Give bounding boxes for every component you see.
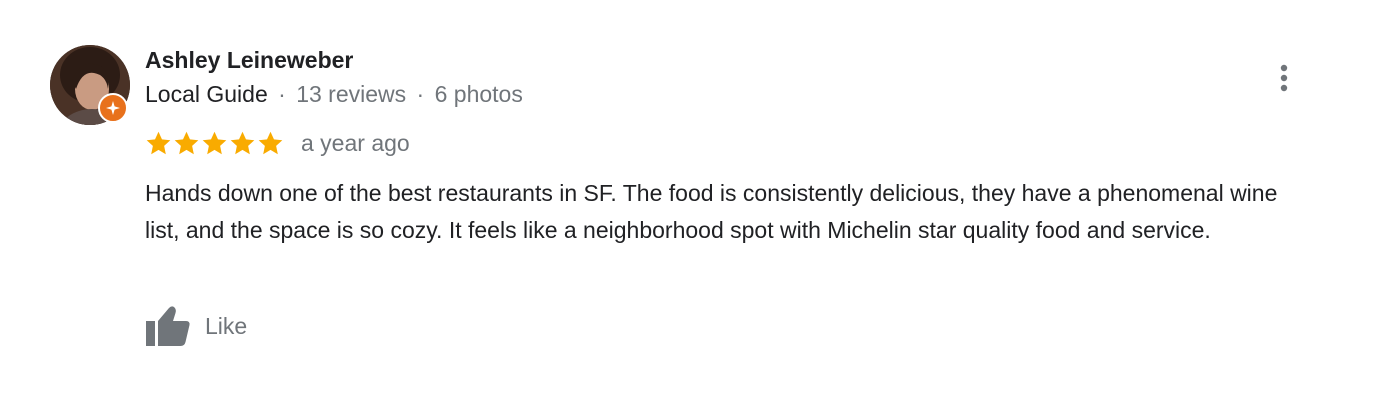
- author-name[interactable]: Ashley Leineweber: [145, 46, 353, 74]
- meta-separator: ·: [278, 81, 286, 107]
- like-label: Like: [205, 313, 248, 339]
- star-icon: [230, 131, 255, 154]
- local-guide-label: Local Guide: [145, 81, 268, 107]
- review-card: Ashley Leineweber Local Guide · 13 revie…: [0, 0, 1376, 400]
- local-guide-star-icon: [98, 93, 128, 123]
- thumbs-up-icon: [146, 306, 190, 346]
- star-icon: [258, 131, 283, 154]
- star-icon: [146, 131, 171, 154]
- like-button[interactable]: Like: [145, 305, 247, 347]
- photos-count: 6 photos: [434, 81, 523, 107]
- more-vertical-icon: [1280, 64, 1288, 92]
- meta-separator: ·: [416, 81, 425, 107]
- review-date: a year ago: [301, 130, 410, 156]
- star-icon: [202, 131, 227, 154]
- more-options-button[interactable]: [1268, 58, 1300, 98]
- rating-row: a year ago: [145, 128, 410, 158]
- author-meta: Local Guide · 13 reviews · 6 photos: [145, 80, 523, 108]
- author-avatar-wrap[interactable]: [50, 45, 130, 125]
- star-icon: [174, 131, 199, 154]
- star-rating: [145, 130, 285, 157]
- reviews-count: 13 reviews: [296, 81, 407, 107]
- review-text: Hands down one of the best restaurants i…: [145, 180, 1278, 243]
